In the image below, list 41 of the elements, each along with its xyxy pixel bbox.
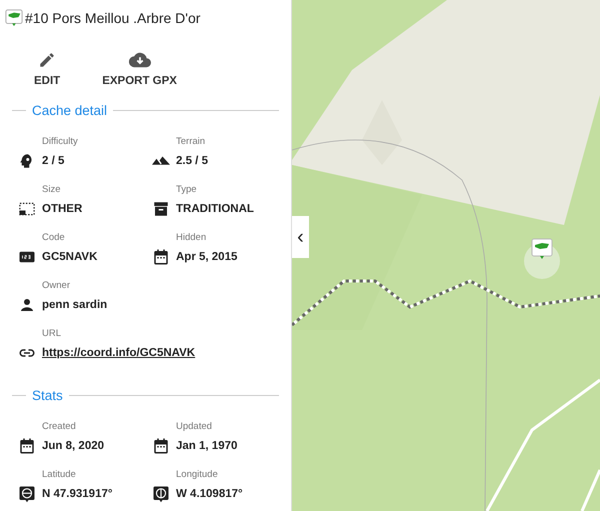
field-value: 2 / 5 xyxy=(42,155,66,167)
archive-box-icon xyxy=(152,200,170,218)
edit-button[interactable]: EDIT xyxy=(26,49,68,89)
field-label: Difficulty xyxy=(42,136,79,146)
globe-pin-icon xyxy=(152,485,170,503)
field-label: Created xyxy=(42,420,77,432)
calendar-icon xyxy=(152,248,170,266)
field-label: Latitude xyxy=(42,468,77,480)
field-value: OTHER xyxy=(42,203,84,215)
field-value: Jan 1, 1970 xyxy=(176,440,238,452)
field-value: 2.5 / 5 xyxy=(176,155,209,167)
field-value: Apr 5, 2015 xyxy=(176,251,238,263)
section-heading: Cache detail xyxy=(32,103,108,118)
field-value: TRADITIONAL xyxy=(176,203,255,215)
collapse-button[interactable]: ‹ xyxy=(292,216,309,258)
field-value: penn sardin xyxy=(42,299,108,311)
field-value: N 47.931917° xyxy=(42,488,114,500)
globe-pin-icon xyxy=(18,485,36,503)
field-label: Hidden xyxy=(176,232,208,242)
export-gpx-button[interactable]: EXPORT GPX xyxy=(94,49,185,89)
section-heading: Stats xyxy=(32,388,63,403)
field-label: URL xyxy=(42,328,62,338)
field-label: Terrain xyxy=(176,136,206,146)
field-label: Updated xyxy=(176,420,213,432)
pencil-icon xyxy=(38,51,56,69)
cache-marker-icon xyxy=(5,9,23,27)
field-label: Owner xyxy=(42,280,71,290)
field-label: Type xyxy=(176,184,198,194)
field-label: Longitude xyxy=(176,468,219,480)
dashed-box-icon xyxy=(18,200,36,218)
field-value: W 4.109817° xyxy=(176,488,244,500)
cloud-download-icon xyxy=(128,51,151,69)
field-value: Jun 8, 2020 xyxy=(42,440,106,452)
url-link[interactable]: https://coord.info/GC5NAVK xyxy=(42,347,196,359)
cache-title: #10 Pors Meillou .Arbre D'or xyxy=(25,10,200,26)
field-label: Size xyxy=(42,184,62,194)
calendar-icon xyxy=(18,437,36,455)
field-value: GC5NAVK xyxy=(42,251,98,263)
person-icon xyxy=(18,296,36,314)
calendar-icon xyxy=(152,437,170,455)
field-label: Code xyxy=(42,232,66,242)
